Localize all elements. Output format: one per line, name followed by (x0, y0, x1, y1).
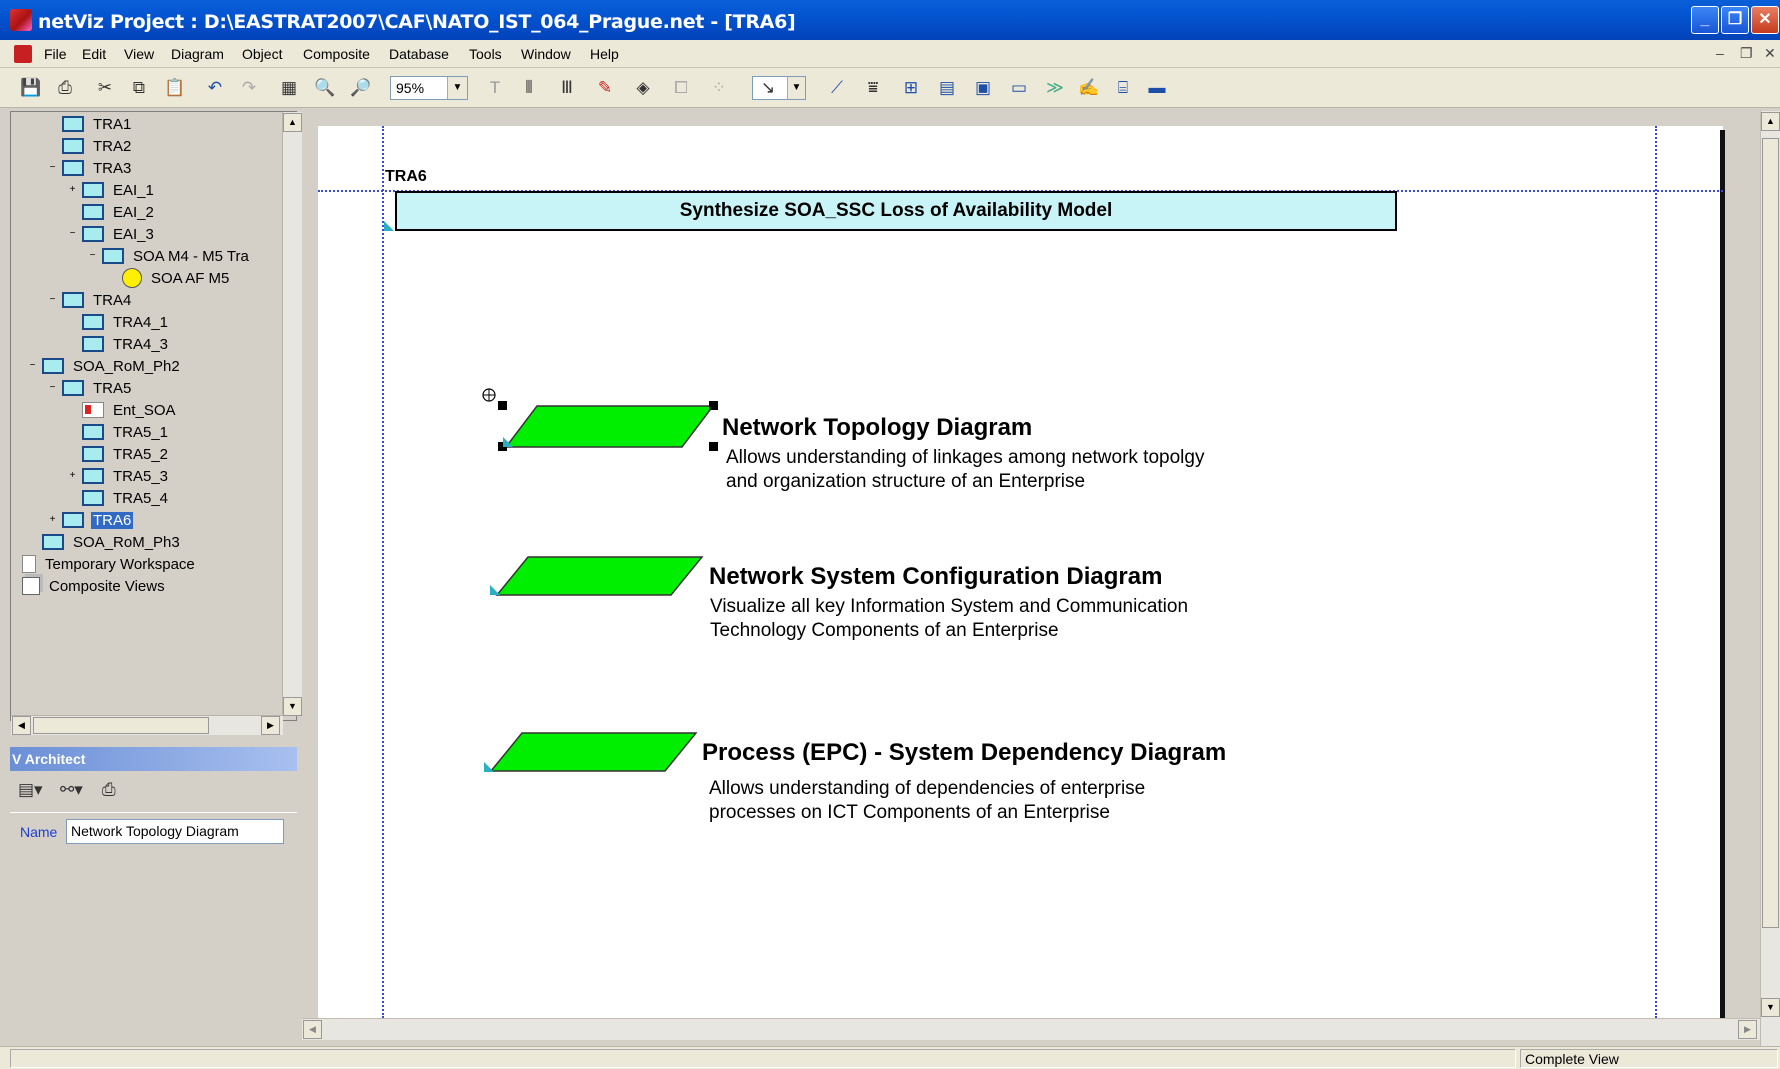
shape-anchor (484, 762, 494, 772)
status-bar: Complete View (0, 1046, 1780, 1069)
network-topology-shape[interactable] (504, 405, 715, 448)
item-description: Technology Components of an Enterprise (710, 620, 1059, 641)
shape-anchor (503, 437, 513, 447)
item-title[interactable]: Network System Configuration Diagram (709, 563, 1162, 591)
selection-handle[interactable] (498, 401, 507, 410)
status-message (10, 1049, 1516, 1068)
canvas-vertical-scrollbar[interactable]: ▲ ▼ (1760, 111, 1780, 1046)
netviz-window: netViz Project : D:\EASTRAT2007\CAF\NATO… (0, 0, 1780, 1069)
item-description: processes on ICT Components of an Enterp… (709, 802, 1110, 823)
process-dependency-shape[interactable] (489, 732, 698, 772)
item-description: Visualize all key Information System and… (710, 596, 1189, 617)
item-title[interactable]: Network Topology Diagram (722, 414, 1032, 442)
scroll-left-icon[interactable]: ◀ (303, 1020, 322, 1039)
scroll-down-icon[interactable]: ▼ (1761, 998, 1780, 1017)
item-description: and organization structure of an Enterpr… (726, 471, 1086, 492)
scroll-up-icon[interactable]: ▲ (1761, 112, 1780, 131)
diagram-shapes (482, 388, 715, 772)
item-description: Allows understanding of linkages among n… (726, 447, 1205, 468)
selection-handle[interactable] (709, 401, 718, 410)
scroll-right-icon[interactable]: ▶ (1738, 1020, 1757, 1039)
network-config-shape[interactable] (495, 556, 704, 596)
item-description: Allows understanding of dependencies of … (709, 778, 1146, 799)
scroll-thumb[interactable] (1762, 138, 1779, 928)
shape-anchor (490, 585, 500, 595)
canvas-horizontal-scrollbar[interactable]: ◀ ▶ (302, 1018, 1760, 1040)
selection-handle[interactable] (709, 442, 718, 451)
item-title[interactable]: Process (EPC) - System Dependency Diagra… (702, 739, 1226, 767)
view-mode-indicator: Complete View (1520, 1049, 1778, 1068)
